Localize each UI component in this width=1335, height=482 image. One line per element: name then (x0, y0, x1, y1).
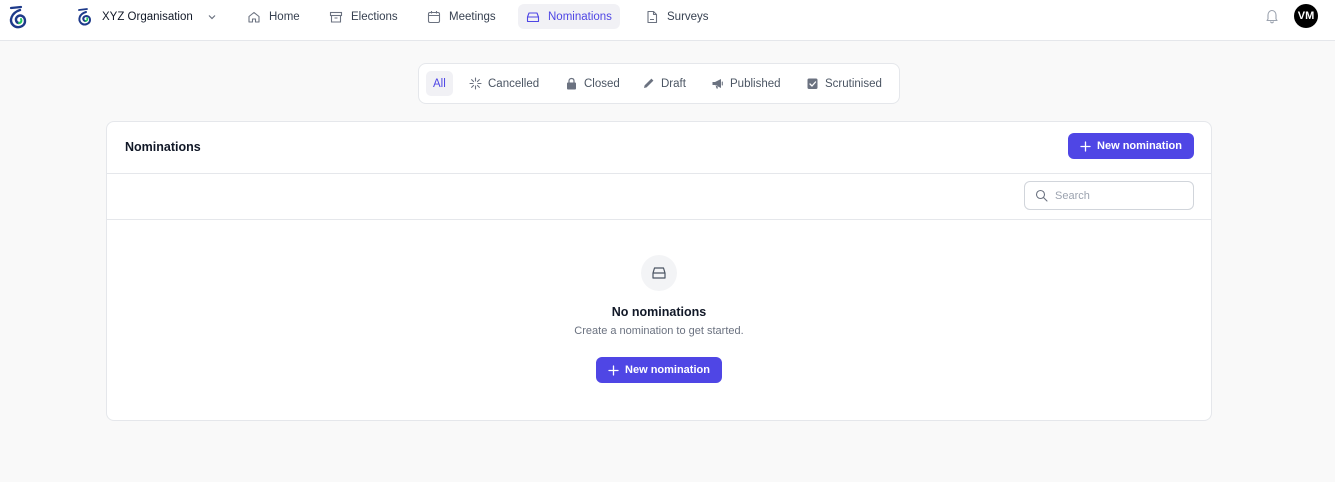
filter-tab-published-label: Published (730, 77, 781, 90)
bell-icon[interactable] (1264, 8, 1280, 24)
megaphone-icon (712, 79, 723, 89)
filter-tab-cancelled-label: Cancelled (488, 77, 540, 90)
empty-state-subtitle: Create a nomination to get started. (574, 325, 744, 337)
pencil-icon (644, 78, 654, 88)
nav-surveys-label: Surveys (667, 10, 709, 23)
card-divider (107, 173, 1211, 174)
check-badge-icon (807, 78, 818, 89)
sparkle-burst-icon (469, 77, 482, 90)
filter-tab-cancelled[interactable]: Cancelled (462, 71, 546, 96)
new-nomination-empty-button[interactable]: New nomination (596, 357, 722, 383)
nav-home[interactable]: Home (239, 4, 308, 29)
filter-tab-scrutinised-label: Scrutinised (825, 77, 882, 90)
nav-elections[interactable]: Elections (321, 4, 406, 29)
plus-icon (608, 364, 619, 376)
archive-box-icon (329, 11, 343, 23)
nav-elections-label: Elections (351, 10, 398, 23)
inbox-icon (526, 11, 540, 22)
user-initials: VM (1297, 10, 1315, 22)
nav-nominations[interactable]: Nominations (518, 4, 620, 29)
status-filter-tabs: All Cancelled Closed Draft Published Scr… (418, 63, 900, 104)
plus-icon (1080, 140, 1091, 152)
nav-meetings-label: Meetings (449, 10, 496, 23)
calendar-icon (427, 10, 441, 23)
nominations-card: Nominations New nomination No nomination… (106, 121, 1212, 421)
magnifier-icon (1035, 189, 1048, 202)
home-icon (248, 11, 260, 23)
lock-icon (567, 77, 576, 90)
card-title: Nominations (125, 140, 201, 154)
card-divider (107, 219, 1211, 220)
new-nomination-header-button[interactable]: New nomination (1068, 133, 1194, 159)
filter-tab-draft[interactable]: Draft (635, 71, 693, 96)
nav-surveys[interactable]: Surveys (637, 4, 717, 29)
new-nomination-empty-label: New nomination (625, 364, 710, 376)
filter-tab-closed[interactable]: Closed (558, 71, 627, 96)
user-avatar[interactable]: VM (1294, 4, 1318, 28)
top-navigation-bar: XYZ Organisation Home Elections Meetings… (0, 0, 1335, 41)
organisation-switcher[interactable]: XYZ Organisation (76, 7, 217, 27)
nav-nominations-label: Nominations (548, 10, 612, 23)
filter-tab-scrutinised[interactable]: Scrutinised (799, 71, 889, 96)
nav-meetings[interactable]: Meetings (419, 4, 504, 29)
new-nomination-header-label: New nomination (1097, 140, 1182, 152)
document-icon (647, 10, 658, 23)
chevron-down-icon (208, 15, 216, 20)
search-input[interactable] (1055, 189, 1185, 202)
search-field[interactable] (1024, 181, 1194, 210)
empty-state-title: No nominations (611, 305, 707, 319)
filter-tab-closed-label: Closed (584, 77, 620, 90)
inbox-icon (652, 267, 666, 279)
filter-tab-all-label: All (433, 77, 446, 90)
empty-state-icon-circle (641, 255, 677, 291)
organisation-logo-icon (78, 8, 92, 26)
filter-tab-all[interactable]: All (426, 71, 453, 96)
filter-tab-published[interactable]: Published (704, 71, 788, 96)
filter-tab-draft-label: Draft (661, 77, 686, 90)
app-logo-icon[interactable] (7, 4, 29, 32)
organisation-name: XYZ Organisation (102, 11, 193, 23)
nav-home-label: Home (269, 10, 300, 23)
